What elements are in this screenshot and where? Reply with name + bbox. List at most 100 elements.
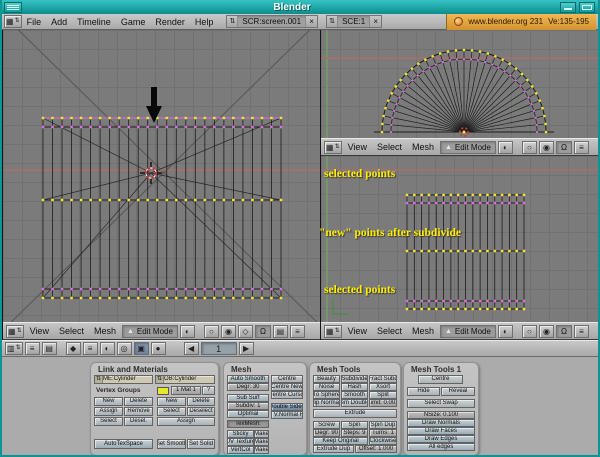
object-context-button[interactable]: ◎ <box>117 342 132 355</box>
mode-select[interactable]: ▲ Edit Mode <box>122 325 178 338</box>
vertcol-button[interactable]: VertCol <box>227 446 254 454</box>
screw-button[interactable]: Screw <box>313 421 340 429</box>
scene-selector[interactable]: ⇅ SCE:1 × <box>326 15 382 28</box>
screen-browse-icon[interactable]: ⇅ <box>227 16 238 27</box>
extrude-dup-button[interactable]: Extrude Dup <box>313 445 354 453</box>
menu-help[interactable]: Help <box>190 15 219 29</box>
material-color-swatch[interactable] <box>157 387 169 395</box>
keep-original-button[interactable]: Keep Original <box>313 437 368 445</box>
frame-prev-button[interactable]: ◀ <box>184 342 199 355</box>
datablock-browse-icon[interactable]: ⇅ <box>156 376 164 383</box>
no-vnormal-flip-button[interactable]: No V.Normal Flip <box>271 411 303 419</box>
pivot-ring-button[interactable]: ○ <box>522 325 537 338</box>
centre-button[interactable]: Centre <box>271 375 303 383</box>
buttons-editor-type-button[interactable]: ▥ ⇅ <box>5 342 23 355</box>
pivot-center-button[interactable]: ◉ <box>539 141 554 154</box>
menu-timeline[interactable]: Timeline <box>72 15 116 29</box>
draw-faces-button[interactable]: Draw Faces <box>407 427 475 435</box>
menu-game[interactable]: Game <box>116 15 151 29</box>
centre-new-button[interactable]: Centre New <box>271 383 303 391</box>
pivot-center-button[interactable]: ◉ <box>539 325 554 338</box>
viewport-shading-select[interactable]: ◐ <box>498 325 513 338</box>
viewport-top[interactable] <box>321 30 600 138</box>
turns-field[interactable]: Turns: 1 <box>369 429 397 437</box>
menu-select[interactable]: Select <box>373 142 406 152</box>
reveal-button[interactable]: Reveal <box>441 387 475 396</box>
hash-button[interactable]: Hash <box>341 383 368 391</box>
nsize-field[interactable]: NSize: 0.100 <box>407 411 475 419</box>
vgroup-deselect-button[interactable]: Desel. <box>124 417 153 426</box>
scene-unlink-button[interactable]: × <box>369 16 381 27</box>
menu-mesh[interactable]: Mesh <box>408 326 438 336</box>
autotexspace-button[interactable]: AutoTexSpace <box>94 439 153 449</box>
menu-mesh[interactable]: Mesh <box>408 142 438 152</box>
datablock-browse-icon[interactable]: ⇅ <box>95 376 103 383</box>
material-deselect-button[interactable]: Deselect <box>187 407 215 416</box>
subsurf-button[interactable]: Sub Surf <box>227 394 269 402</box>
frame-number-field[interactable]: 1 <box>201 342 237 355</box>
degr-field[interactable]: Degr: 30 <box>227 383 269 391</box>
viewport-shading-select[interactable]: ◐ <box>498 141 513 154</box>
scene-browse-icon[interactable]: ⇅ <box>327 16 338 27</box>
centre-button[interactable]: Centre <box>418 375 463 384</box>
material-select-button[interactable]: Select <box>157 407 186 416</box>
scene-context-button[interactable]: ● <box>151 342 166 355</box>
draw-edges-button[interactable]: Draw Edges <box>407 435 475 443</box>
mode-select[interactable]: ▲ Edit Mode <box>440 141 496 154</box>
vgroup-remove-button[interactable]: Remove <box>124 407 153 416</box>
all-edges-button[interactable]: All edges <box>407 443 475 451</box>
spin-dup-button[interactable]: Spin Dup <box>369 421 397 429</box>
pivot-ring-button[interactable]: ○ <box>204 325 219 338</box>
uvtexture-button[interactable]: UV Texture <box>227 438 254 446</box>
shading-context-button[interactable]: ◐ <box>100 342 115 355</box>
panel-title[interactable]: Mesh <box>224 363 306 374</box>
vgroup-select-button[interactable]: Select <box>94 417 123 426</box>
menu-view[interactable]: View <box>26 326 53 336</box>
header-menu-button[interactable]: ≡ <box>574 141 589 154</box>
beauty-button[interactable]: Beauty <box>313 375 340 383</box>
viewport-shading-select[interactable]: ◐ <box>180 325 195 338</box>
viewport-editor-type-button[interactable]: ▦ ⇅ <box>324 141 342 154</box>
pivot-median-button[interactable]: ◇ <box>238 325 253 338</box>
script-context-button[interactable]: ≡ <box>83 342 98 355</box>
offset-field[interactable]: Offset: 1.000 <box>355 445 397 453</box>
logic-context-button[interactable]: ◆ <box>66 342 81 355</box>
draw-normals-button[interactable]: Draw Normals <box>407 419 475 427</box>
material-help-button[interactable]: ? <box>202 386 215 395</box>
material-index-field[interactable]: 1 Mat 1 <box>171 386 201 395</box>
panel-title[interactable]: Mesh Tools <box>310 363 400 374</box>
pivot-ring-button[interactable]: ○ <box>522 141 537 154</box>
object-datablock-field[interactable]: ⇅ OB:Cylinder <box>155 375 215 384</box>
grid-toggle-button[interactable]: ▤ <box>273 325 288 338</box>
header-menu-button[interactable]: ≡ <box>290 325 305 338</box>
panel-align-button[interactable]: ▤ <box>42 342 57 355</box>
rotation-mode-select[interactable]: Ω <box>556 141 572 154</box>
window-menu-button[interactable] <box>4 2 22 13</box>
mesh-datablock-field[interactable]: ⇅ ME:Cylinder <box>94 375 153 384</box>
menu-render[interactable]: Render <box>150 15 190 29</box>
auto-smooth-button[interactable]: Auto Smooth <box>227 375 269 383</box>
split-button[interactable]: Split <box>369 391 397 399</box>
noise-button[interactable]: Noise <box>313 383 340 391</box>
viewport-front[interactable] <box>3 30 320 322</box>
material-assign-button[interactable]: Assign <box>157 417 215 426</box>
double-sided-button[interactable]: Double Sided <box>271 403 303 411</box>
screen-unlink-button[interactable]: × <box>305 16 317 27</box>
mode-select[interactable]: ▲ Edit Mode <box>440 325 496 338</box>
xsort-button[interactable]: Xsort <box>369 383 397 391</box>
subdivide-button[interactable]: Subdivide <box>341 375 368 383</box>
panel-title[interactable]: Mesh Tools 1 <box>404 363 478 374</box>
rotation-mode-select[interactable]: Ω <box>255 325 271 338</box>
smooth-button[interactable]: Smooth <box>341 391 368 399</box>
select-swap-button[interactable]: Select Swap <box>407 399 475 408</box>
texmesh-field[interactable]: TexMesh: <box>227 420 269 428</box>
to-sphere-button[interactable]: To Sphere <box>313 391 340 399</box>
screen-selector[interactable]: ⇅ SCR:screen.001 × <box>226 15 318 28</box>
vgroup-delete-button[interactable]: Delete <box>124 397 153 406</box>
sticky-make-button[interactable]: Make <box>254 430 269 438</box>
menu-select[interactable]: Select <box>55 326 88 336</box>
optimal-button[interactable]: Optimal <box>227 410 269 418</box>
set-smooth-button[interactable]: Set Smooth <box>157 439 186 449</box>
extrude-button[interactable]: Extrude <box>313 409 397 418</box>
viewport-editor-type-button[interactable]: ▦ ⇅ <box>324 325 342 338</box>
